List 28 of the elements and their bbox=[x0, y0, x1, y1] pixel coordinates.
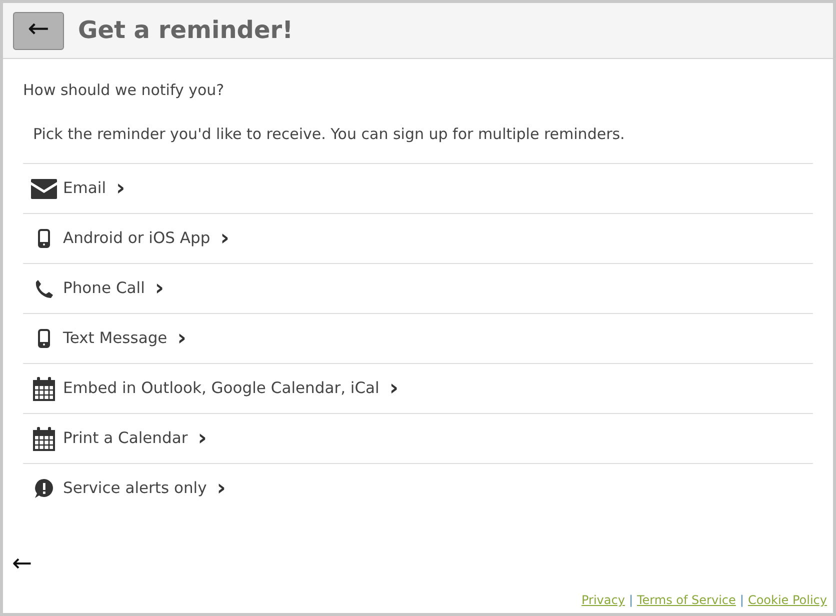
separator-text: | bbox=[628, 592, 633, 609]
chevron-icon: › bbox=[216, 478, 226, 500]
mobile-phone-icon bbox=[38, 329, 50, 348]
calendar-icon bbox=[33, 426, 55, 450]
calendar-icon bbox=[33, 376, 55, 400]
option-link[interactable]: Embed in Outlook, Google Calendar, iCal bbox=[63, 376, 380, 400]
chevron-icon: › bbox=[389, 378, 398, 400]
chevron-icon: › bbox=[220, 228, 230, 250]
option-link[interactable]: Print a Calendar bbox=[63, 426, 188, 450]
question-text: How should we notify you? bbox=[23, 80, 226, 101]
separator-text: | bbox=[740, 592, 744, 609]
option-link[interactable]: Email bbox=[63, 176, 106, 200]
chevron-icon: › bbox=[198, 428, 207, 450]
option-link[interactable]: Service alerts only bbox=[63, 476, 207, 500]
back-arrow-button[interactable]: ← bbox=[12, 551, 32, 575]
option-link[interactable]: Android or iOS App bbox=[63, 226, 210, 250]
envelope-icon bbox=[31, 178, 57, 198]
mobile-phone-icon bbox=[38, 229, 50, 248]
option-link[interactable]: Phone Call bbox=[63, 276, 145, 300]
back-button[interactable]: ← bbox=[13, 12, 64, 50]
chevron-icon: › bbox=[154, 278, 164, 300]
chevron-icon: › bbox=[177, 328, 186, 350]
instructions-text: Pick the reminder you'd like to receive. You can sign up for multiple reminders. bbox=[33, 124, 626, 144]
phone-icon bbox=[34, 278, 54, 298]
alert-bubble-icon bbox=[34, 478, 54, 498]
chevron-icon: › bbox=[116, 178, 126, 200]
page-title: Get a reminder! bbox=[78, 16, 294, 45]
option-link[interactable]: Text Message bbox=[63, 326, 168, 350]
